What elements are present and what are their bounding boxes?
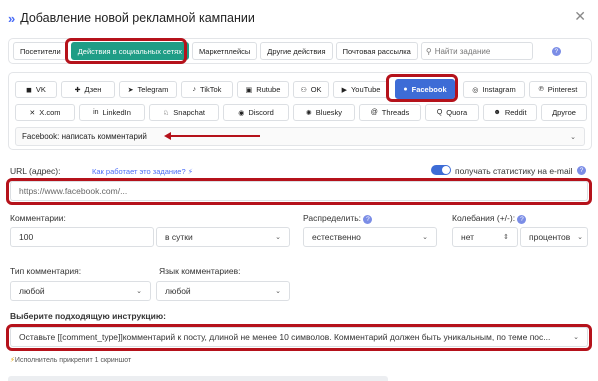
arrow-head [164,132,171,140]
comment-type-select[interactable]: любой ⌄ [10,281,151,301]
network-rutube[interactable]: ▣ Rutube [237,81,289,98]
comment-lang-select[interactable]: любой ⌄ [156,281,290,301]
pinterest-icon: ℗ [538,86,544,93]
period-select[interactable]: в сутки ⌄ [156,227,290,247]
bluesky-icon: ✺ [305,109,312,117]
chevron-down-icon: ⌄ [570,133,576,141]
network-instagram[interactable]: ◎ Instagram [463,81,525,98]
network-pinterest[interactable]: ℗ Pinterest [529,81,587,98]
comments-count-input[interactable]: 100 [10,227,154,247]
distribute-select[interactable]: естественно ⌄ [303,227,437,247]
network-snapchat[interactable]: ♘ Snapchat [149,104,219,121]
facebook-icon: ● [403,85,408,93]
url-label: URL (адрес): [10,166,61,176]
fluctuation-help-icon[interactable]: ? [517,215,527,224]
stepper-icon: ⇕ [503,234,509,241]
fluctuation-unit-select[interactable]: процентов ⌄ [520,227,588,247]
chevron-down-icon: ⌄ [573,334,579,341]
url-input[interactable]: https://www.facebook.com/... [10,181,588,201]
bolt-icon: ⚡ [185,167,193,176]
comment-type-label: Тип комментария: [10,266,82,276]
network-telegram[interactable]: ➤ Telegram [119,81,177,98]
linkedin-icon: in [93,109,99,116]
chevron-down-icon: ⌄ [275,234,281,241]
fluctuation-stepper[interactable]: нет ⇕ [452,227,518,247]
rutube-icon: ▣ [245,86,253,94]
stats-label: получать статистику на e-mail [455,166,573,176]
network-tiktok[interactable]: ♪ TikTok [181,81,233,98]
discord-icon: ◉ [238,109,245,117]
vk-icon: ◼ [26,86,32,94]
network-vk[interactable]: ◼ VK [15,81,57,98]
task-select-value: Facebook: написать комментарий [22,132,147,141]
youtube-icon: ▶ [341,86,347,94]
dzen-icon: ✚ [74,86,81,94]
modal-header: » Добавление новой рекламной кампании [8,8,255,28]
threads-icon: @ [370,109,378,116]
stats-help-icon[interactable]: ? [577,166,586,175]
network-reddit[interactable]: ☻ Reddit [483,104,537,121]
close-icon[interactable]: ✕ [574,8,586,25]
comment-lang-label: Язык комментариев: [159,266,241,276]
instruction-select[interactable]: Оставьте [[comment_type]]комментарий к п… [10,327,588,347]
chevron-down-icon: ⌄ [422,234,428,241]
network-ok[interactable]: ⚇ OK [293,81,329,98]
network-facebook[interactable]: ● Facebook [395,79,455,99]
instruction-label: Выберите подходящую инструкцию: [10,311,166,321]
fluctuation-label: Колебания (+/-): ? [452,213,527,224]
x-icon: ✕ [29,109,36,117]
help-link[interactable]: Как работает это задание? ⚡ [92,166,193,176]
distribute-help-icon[interactable]: ? [363,215,373,224]
quora-icon: Q [436,109,443,116]
snapchat-icon: ♘ [163,109,170,117]
double-chevron-right-icon: » [8,10,16,26]
arrow-pointer [170,135,260,137]
network-youtube[interactable]: ▶ YouTube [333,81,389,98]
search-input[interactable]: ⚲ Найти задание [420,42,533,60]
network-dzen[interactable]: ✚ Дзен [61,81,115,98]
telegram-icon: ➤ [127,86,134,94]
tab-visitors[interactable]: Посетители [13,42,68,60]
chevron-down-icon: ⌄ [136,288,142,295]
tab-social-actions[interactable]: Действия в социальных сетях [70,42,189,60]
tab-mailing[interactable]: Почтовая рассылка [335,42,418,60]
chevron-down-icon: ⌄ [577,234,583,241]
tiktok-icon: ♪ [192,86,197,93]
network-quora[interactable]: Q Quora [425,104,479,121]
network-other[interactable]: Другое [541,104,587,121]
reddit-icon: ☻ [493,109,501,116]
network-linkedin[interactable]: in LinkedIn [79,104,145,121]
network-discord[interactable]: ◉ Discord [223,104,289,121]
category-tabs: Посетители Действия в социальных сетях М… [8,38,592,64]
ok-icon: ⚇ [300,86,307,94]
task-select[interactable]: Facebook: написать комментарий ⌄ [15,127,585,146]
comments-label: Комментарии: [10,213,66,223]
help-icon[interactable]: ? [551,46,561,56]
network-bluesky[interactable]: ✺ Bluesky [293,104,355,121]
screenshot-note: ⚡Исполнитель прикрепит 1 скриншот [10,357,132,364]
tab-marketplaces[interactable]: Маркетплейсы [191,42,258,60]
tab-other-actions[interactable]: Другие действия [260,42,333,60]
search-placeholder: Найти задание [434,46,491,56]
network-x[interactable]: ✕ X.com [15,104,75,121]
stats-toggle[interactable] [431,165,451,175]
instagram-icon: ◎ [472,86,479,94]
chevron-down-icon: ⌄ [275,288,281,295]
distribute-label: Распределить: ? [303,213,373,224]
network-threads[interactable]: @ Threads [359,104,421,121]
page-title: Добавление новой рекламной кампании [20,11,255,25]
networks-panel: ◼ VK ✚ Дзен ➤ Telegram ♪ TikTok ▣ Rutube ⚇ OK … [8,72,592,150]
search-icon: ⚲ [425,46,432,56]
next-section-edge [8,376,388,381]
